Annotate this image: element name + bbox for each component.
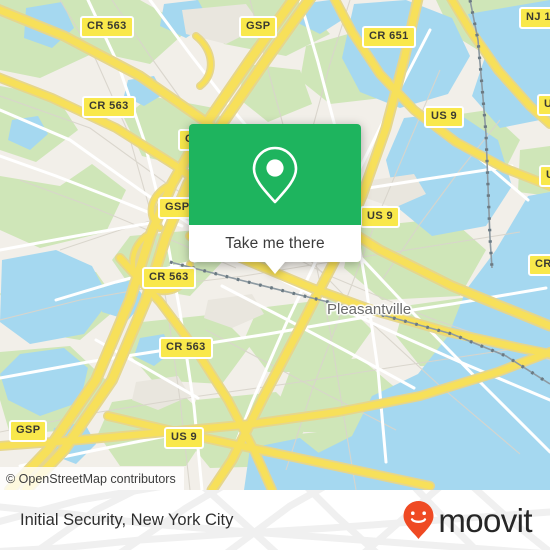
footer-bar: Initial Security, New York City moovit <box>0 490 550 550</box>
osm-attribution[interactable]: © OpenStreetMap contributors <box>0 467 184 490</box>
location-title: Initial Security, New York City <box>20 510 234 529</box>
popup-icon-panel <box>189 124 361 225</box>
road-shield: CR 563 <box>159 337 213 359</box>
road-shield: US 9 <box>537 94 550 116</box>
moovit-pin-icon <box>403 501 434 539</box>
moovit-wordmark: moovit <box>438 501 532 539</box>
popup-pointer <box>265 262 285 274</box>
road-shield: CR 563 <box>528 254 550 276</box>
osm-attribution-text: © OpenStreetMap contributors <box>6 471 176 486</box>
footer-content: Initial Security, New York City moovit <box>0 490 550 550</box>
moovit-location-card: CR 563 GSP CR 651 NJ 157 CR 563 US 9 US … <box>0 0 550 550</box>
road-shield: CR 563 <box>142 267 196 289</box>
road-shield: US 9 <box>164 427 205 449</box>
road-shield: CR 651 <box>362 26 416 48</box>
road-shield: US 9 <box>539 165 550 187</box>
map-pin-icon <box>252 146 298 203</box>
road-shield: CR 563 <box>82 96 136 118</box>
moovit-logo[interactable]: moovit <box>402 500 533 540</box>
road-shield: US 9 <box>424 106 465 128</box>
road-shield: CR 563 <box>80 16 134 38</box>
road-shield: US 9 <box>360 206 401 228</box>
take-me-there-button[interactable]: Take me there <box>189 225 361 262</box>
location-popup-card[interactable]: Take me there <box>189 124 361 274</box>
road-shield: GSP <box>239 16 278 38</box>
place-label-pleasantville: Pleasantville <box>327 301 412 318</box>
take-me-there-label: Take me there <box>225 234 325 252</box>
road-shield: NJ 157 <box>519 7 550 29</box>
road-shield: GSP <box>9 420 48 442</box>
map-canvas[interactable]: CR 563 GSP CR 651 NJ 157 CR 563 US 9 US … <box>0 0 550 490</box>
